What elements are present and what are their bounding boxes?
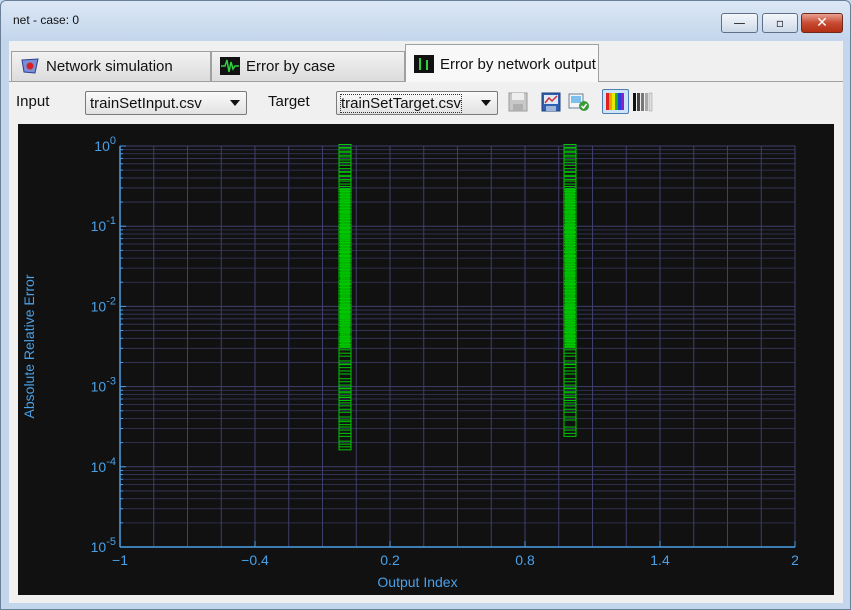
tab-label: Network simulation	[46, 58, 173, 75]
tab-bar: Network simulation Error by case Error b…	[9, 41, 843, 83]
chart-background	[18, 124, 834, 595]
client-area: Network simulation Error by case Error b…	[9, 41, 843, 603]
x-tick-label: 0.2	[380, 552, 400, 568]
chart-svg: −1 −0.4 0.2 0.8 1.4 210010-110-210-310-410-5O…	[18, 124, 834, 595]
app-window: net - case: 0 — ▫ ✕ Network simulation E…	[0, 0, 851, 610]
tab-label: Error by case	[246, 58, 336, 75]
maximize-button[interactable]: ▫	[762, 13, 798, 33]
tab-error-by-case[interactable]: Error by case	[211, 51, 405, 81]
close-icon: ✕	[816, 15, 828, 31]
data-cluster	[565, 187, 575, 349]
y-axis-label: Absolute Relative Error	[21, 274, 37, 418]
minimize-icon: —	[733, 16, 746, 30]
input-select-value: trainSetInput.csv	[90, 95, 202, 112]
save-icon	[508, 92, 528, 112]
waveform-icon	[220, 57, 240, 75]
input-label: Input	[16, 93, 50, 110]
network-icon	[21, 58, 39, 74]
error-chart: −1 −0.4 0.2 0.8 1.4 2 100 10-1 10-2 10-3 10-4 10-5 O…	[18, 124, 834, 595]
tab-error-by-network-output[interactable]: Error by network output	[405, 44, 599, 82]
title-bar[interactable]: net - case: 0 — ▫ ✕	[1, 1, 850, 41]
x-tick-label: 0.8	[515, 552, 535, 568]
export-image-button[interactable]	[567, 90, 591, 114]
save-image-button[interactable]	[539, 90, 563, 114]
x-axis-label: Output Index	[377, 574, 457, 590]
maximize-icon: ▫	[775, 16, 785, 30]
grayscale-palette-button[interactable]	[631, 90, 655, 114]
toolbar: Input trainSetInput.csv Target trainSetT…	[9, 85, 843, 119]
save-image-icon	[541, 92, 561, 112]
chevron-down-icon	[481, 100, 491, 106]
target-select[interactable]: trainSetTarget.csv	[336, 91, 498, 115]
chevron-down-icon	[230, 100, 240, 106]
save-button[interactable]	[506, 90, 530, 114]
input-select[interactable]: trainSetInput.csv	[85, 91, 247, 115]
color-palette-button[interactable]	[602, 89, 629, 114]
grayscale-palette-icon	[633, 92, 653, 112]
series-1	[563, 144, 577, 437]
color-palette-icon	[606, 93, 624, 110]
x-tick-label: 2	[791, 552, 799, 568]
data-cluster	[340, 187, 350, 349]
minimize-button[interactable]: —	[721, 13, 758, 33]
tab-label: Error by network output	[440, 56, 596, 73]
target-select-value: trainSetTarget.csv	[339, 94, 463, 113]
close-button[interactable]: ✕	[801, 13, 843, 33]
x-tick-label: −0.4	[241, 552, 269, 568]
x-tick-label: 1.4	[650, 552, 670, 568]
export-image-icon	[568, 93, 589, 111]
tab-network-simulation[interactable]: Network simulation	[11, 51, 211, 81]
x-tick-label: −1	[112, 552, 128, 568]
target-label: Target	[268, 93, 310, 110]
window-title: net - case: 0	[13, 13, 80, 27]
bar-icon	[414, 55, 434, 73]
